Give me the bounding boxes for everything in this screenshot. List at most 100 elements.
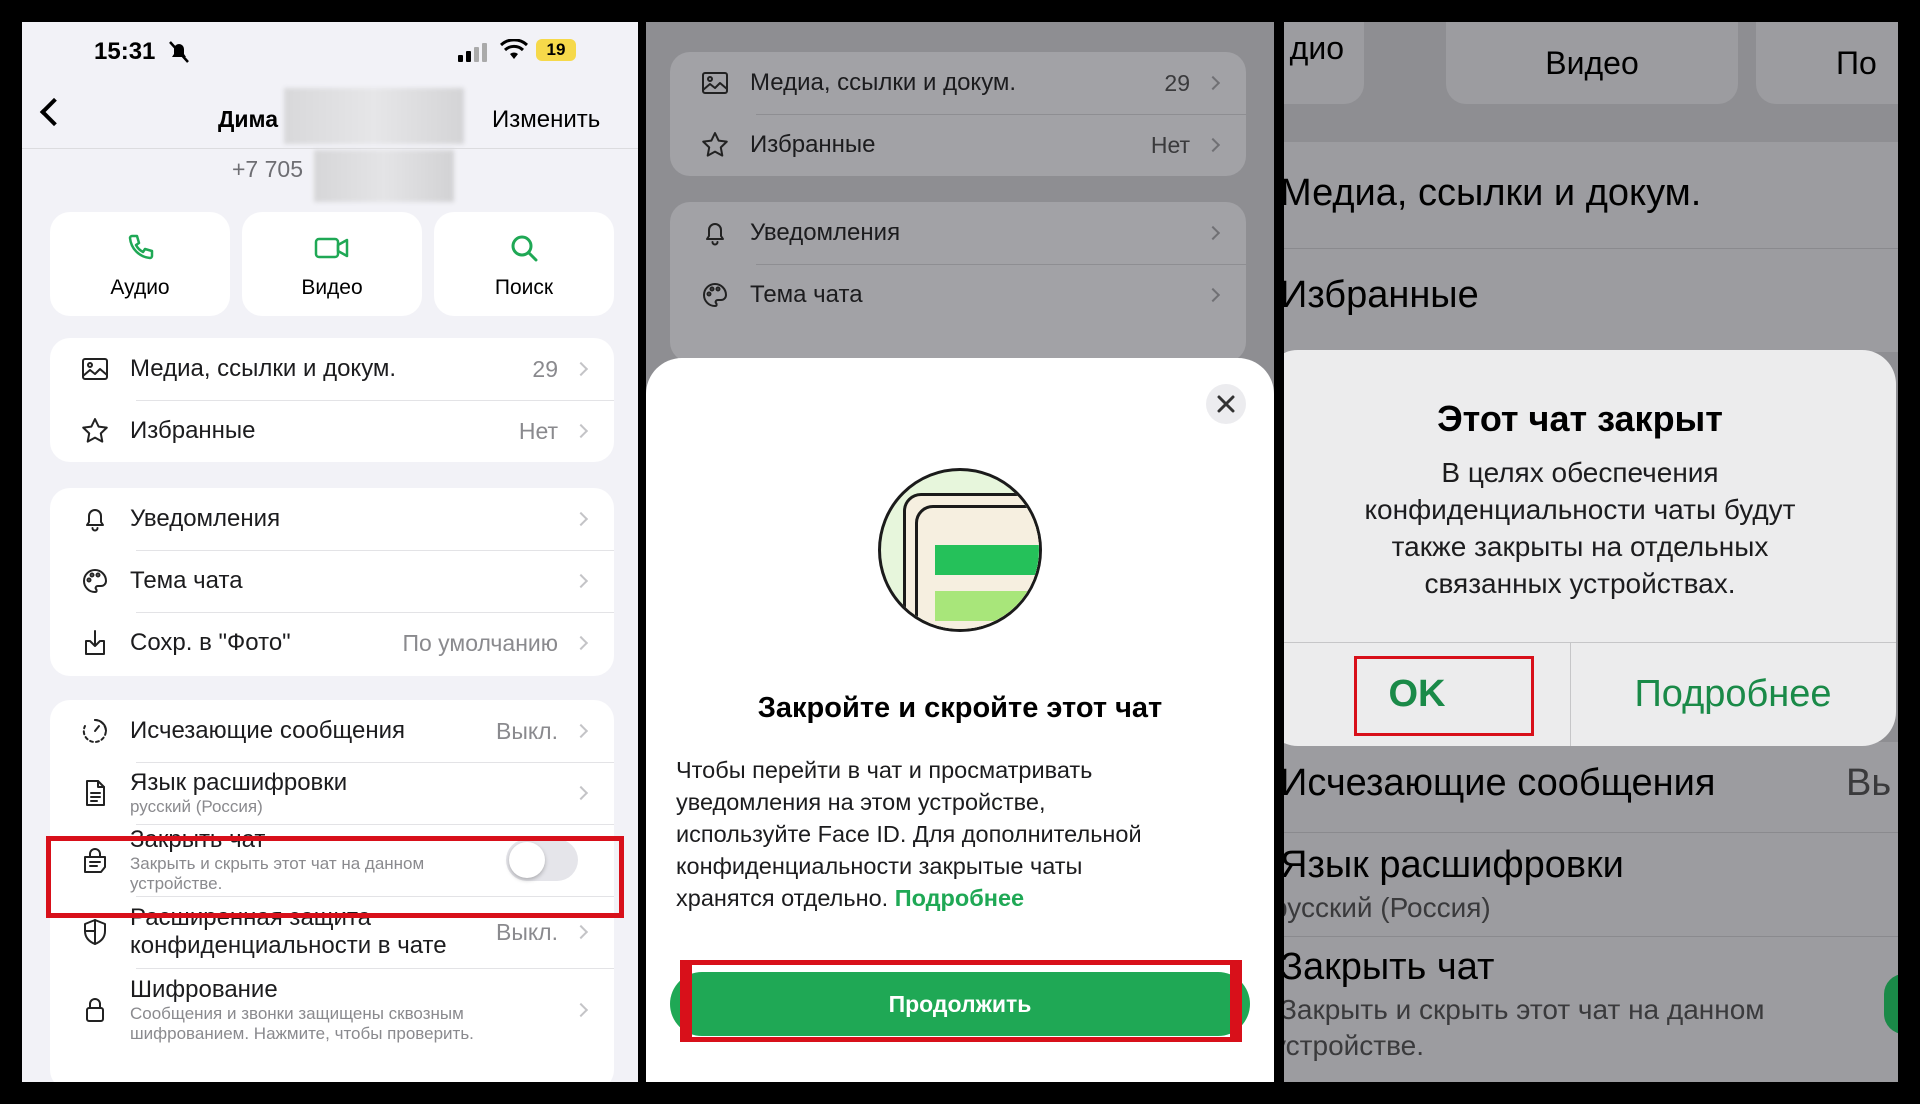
bg-tab-search: По <box>1756 22 1898 104</box>
bg-disappearing-label: Исчезающие сообщения <box>1284 762 1716 804</box>
edit-button[interactable]: Изменить <box>492 106 600 134</box>
save-photo-row[interactable]: Сохр. в "Фото" По умолчанию <box>50 612 614 674</box>
alert-message: В целях обеспечения конфиденциальности ч… <box>1284 454 1896 602</box>
search-icon <box>508 232 540 269</box>
learn-more-link[interactable]: Подробнее <box>895 885 1024 911</box>
shield-icon <box>78 915 112 949</box>
wifi-icon <box>499 38 529 66</box>
bg-transcript-sub: русский (Россия) <box>1284 892 1491 923</box>
alert-line1: В целях обеспечения <box>1441 457 1719 488</box>
battery-icon: 19 <box>536 39 576 61</box>
phone-icon <box>124 232 156 269</box>
advanced-value: Выкл. <box>495 918 558 945</box>
notifications-label: Уведомления <box>130 505 281 532</box>
bg-media-count: 29 <box>1164 69 1190 96</box>
media-label: Медиа, ссылки и докум. <box>130 355 397 382</box>
chat-locked-alert: Этот чат закрыт В целях обеспечения конф… <box>1284 350 1896 746</box>
transcript-label: Язык расшифровки <box>130 769 348 796</box>
audio-call-button[interactable]: Аудио <box>50 212 230 316</box>
bg-notifications-row: Уведомления <box>670 202 1246 264</box>
signal-icon <box>458 42 487 62</box>
lock-chat-highlight <box>46 836 624 918</box>
search-label: Поиск <box>494 276 554 299</box>
sheet-body-line1: Чтобы перейти в чат и просматривать <box>676 757 1093 783</box>
document-icon <box>78 776 112 810</box>
bg-notifications-label: Уведомления <box>750 219 901 246</box>
image-icon <box>698 66 732 100</box>
theme-row[interactable]: Тема чата <box>50 550 614 612</box>
chevron-right-icon <box>573 785 589 801</box>
search-button[interactable]: Поиск <box>434 212 614 316</box>
chevron-right-icon <box>1205 287 1221 303</box>
sheet-body-line4: конфиденциальности закрытые чаты <box>676 853 1083 879</box>
bg-favorites-row: Избранные Нет <box>670 114 1246 176</box>
bg-media-group: Медиа, ссылки и докум. 29 Избранные Нет <box>670 52 1246 176</box>
media-row[interactable]: Медиа, ссылки и докум. 29 <box>50 338 614 400</box>
disappearing-row[interactable]: Исчезающие сообщения Выкл. <box>50 700 614 762</box>
encryption-sub1: Сообщения и звонки защищены сквозным <box>130 1004 464 1023</box>
bg-tab-video-label: Видео <box>1545 44 1639 81</box>
favorites-value: Нет <box>518 417 558 444</box>
image-icon <box>78 352 112 386</box>
bg-media-label: Медиа, ссылки и докум. <box>1284 172 1702 214</box>
favorites-label: Избранные <box>130 417 256 444</box>
status-time: 15:31 <box>94 38 156 65</box>
back-button[interactable] <box>39 97 69 127</box>
bg-tab-audio-label: дио <box>1289 29 1344 66</box>
chevron-right-icon <box>1205 75 1221 91</box>
chevron-right-icon <box>573 1002 589 1018</box>
more-button[interactable]: Подробнее <box>1570 642 1896 746</box>
chevron-right-icon <box>573 723 589 739</box>
star-icon <box>698 128 732 162</box>
alert-title: Этот чат закрыт <box>1437 398 1723 439</box>
encryption-sub2: шифрованием. Нажмите, чтобы проверить. <box>130 1024 474 1043</box>
bg-disappearing-value: Вь <box>1846 762 1892 804</box>
video-call-button[interactable]: Видео <box>242 212 422 316</box>
contact-phone: +7 705 <box>232 156 303 182</box>
advanced-label-line2: конфиденциальности в чате <box>130 932 447 959</box>
blurred-name <box>284 88 464 144</box>
notifications-row[interactable]: Уведомления <box>50 488 614 550</box>
media-group: Медиа, ссылки и докум. 29 Избранные Нет <box>50 338 614 462</box>
alert-line3: также закрыты на отдельных <box>1391 531 1769 562</box>
lock-chat-sheet: Закройте и скройте этот чат Чтобы перейт… <box>646 358 1274 1082</box>
more-label: Подробнее <box>1634 672 1832 715</box>
sheet-body-line2: уведомления на этом устройстве, <box>676 789 1046 815</box>
download-icon <box>78 626 112 660</box>
encryption-row[interactable]: Шифрование Сообщения и звонки защищены с… <box>50 970 614 1050</box>
chevron-right-icon <box>1205 225 1221 241</box>
battery-level: 19 <box>546 40 566 59</box>
favorites-row[interactable]: Избранные Нет <box>50 400 614 462</box>
lock-chat-sheet-screen: Медиа, ссылки и докум. 29 Избранные Нет … <box>646 22 1274 1082</box>
alert-line2: конфиденциальности чаты будут <box>1364 494 1796 525</box>
close-icon <box>1217 395 1235 413</box>
audio-label: Аудио <box>110 276 170 299</box>
sheet-body: Чтобы перейти в чат и просматривать увед… <box>676 754 1244 914</box>
bell-off-icon <box>168 40 190 69</box>
theme-label: Тема чата <box>130 567 243 594</box>
video-icon <box>314 234 350 267</box>
bell-icon <box>78 502 112 536</box>
bg-favorites-value: Нет <box>1150 131 1190 158</box>
sheet-title: Закройте и скройте этот чат <box>757 692 1163 724</box>
palette-icon <box>78 564 112 598</box>
bg-lock-sub1: Закрыть и скрыть этот чат на данном <box>1284 994 1765 1025</box>
chat-locked-alert-screen: дио Видео По Медиа, ссылки и докум. Избр… <box>1284 22 1898 1082</box>
transcript-row[interactable]: Язык расшифровки русский (Россия) <box>50 762 614 824</box>
bg-media-row: Медиа, ссылки и докум. 29 <box>670 52 1246 114</box>
lock-icon <box>78 993 112 1027</box>
disappearing-value: Выкл. <box>495 717 558 744</box>
save-photo-label: Сохр. в "Фото" <box>130 629 291 656</box>
divider <box>1284 248 1898 249</box>
transcript-sub: русский (Россия) <box>130 797 263 816</box>
chevron-right-icon <box>573 511 589 527</box>
chevron-right-icon <box>573 423 589 439</box>
bg-media-label: Медиа, ссылки и докум. <box>750 69 1017 96</box>
disappearing-label: Исчезающие сообщения <box>130 717 406 744</box>
close-button[interactable] <box>1206 384 1246 424</box>
alert-line4: связанных устройствах. <box>1424 568 1736 599</box>
chevron-right-icon <box>573 924 589 940</box>
sheet-body-line3: используйте Face ID. Для дополнительной <box>676 821 1142 847</box>
blurred-phone <box>314 150 454 202</box>
media-count: 29 <box>532 355 558 382</box>
